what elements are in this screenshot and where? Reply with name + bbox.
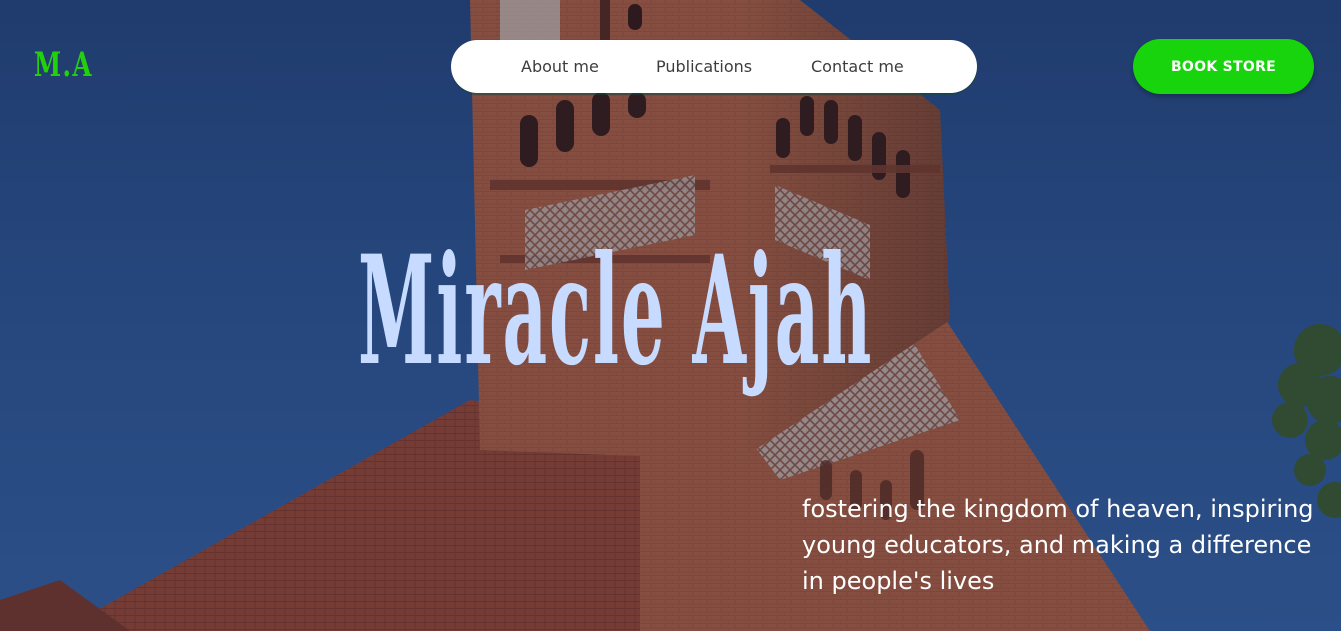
- hero-title: Miracle Ajah: [358, 223, 874, 399]
- book-store-button[interactable]: BOOK STORE: [1133, 39, 1314, 94]
- nav-link-contact-me[interactable]: Contact me: [811, 57, 904, 77]
- hero-section: M.A About me Publications Contact me BOO…: [0, 0, 1341, 631]
- nav-link-about-me[interactable]: About me: [521, 57, 599, 77]
- hero-tagline: fostering the kingdom of heaven, inspiri…: [802, 495, 1314, 595]
- main-navigation: About me Publications Contact me: [451, 40, 977, 93]
- nav-link-publications[interactable]: Publications: [656, 57, 752, 77]
- site-logo[interactable]: M.A: [34, 48, 93, 82]
